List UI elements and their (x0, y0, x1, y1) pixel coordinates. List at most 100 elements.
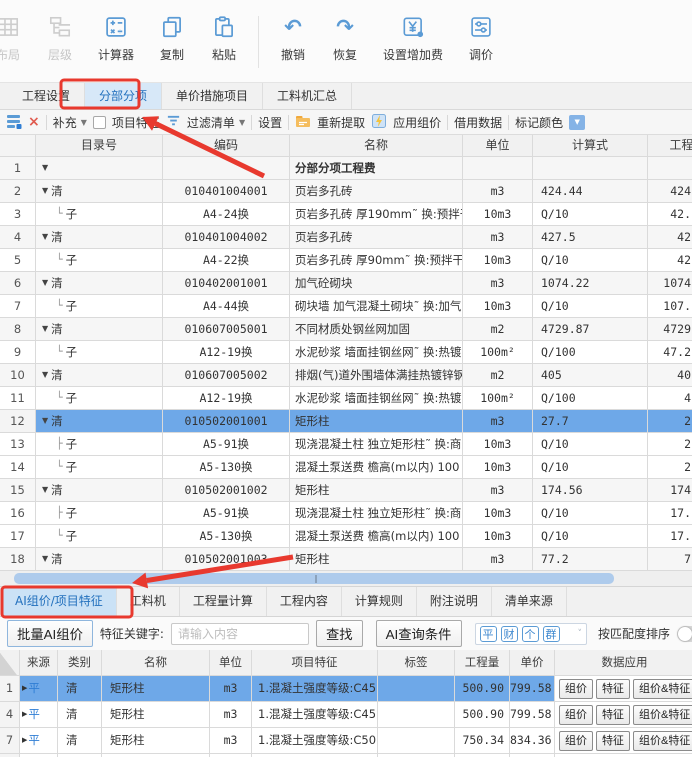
feature-checkbox-label[interactable]: 项目特征 (112, 114, 160, 131)
chip-cai[interactable]: 财 (501, 626, 518, 642)
formula-cell[interactable]: 27.7 (533, 410, 648, 433)
grid-corner-cell[interactable] (0, 650, 20, 676)
tree-expander-icon[interactable]: └ (56, 249, 63, 271)
unit-cell[interactable]: m2 (463, 318, 533, 341)
code-cell[interactable]: 010607005001 (163, 318, 290, 341)
table-row[interactable]: 14 └子 A5-130换 混凝土泵送费 檐高(m以内) 100 10m3 Q/… (0, 456, 692, 479)
price-cell[interactable]: 799.58 (510, 676, 555, 702)
quantity-cell[interactable]: 42. (648, 203, 692, 226)
row-number[interactable]: 9 (0, 341, 36, 364)
formula-cell[interactable]: Q/100 (533, 387, 648, 410)
category-cell[interactable]: 清 (58, 728, 102, 754)
scrollbar-thumb[interactable]: ‖ (14, 573, 614, 584)
keyword-input[interactable] (171, 623, 309, 645)
tree-expander-icon[interactable]: ▼ (42, 548, 48, 570)
row-number[interactable]: 5 (0, 249, 36, 272)
unit-cell[interactable] (463, 157, 533, 180)
quantity-cell[interactable]: 4729 (648, 318, 692, 341)
tree-cell[interactable]: ▼清 (36, 410, 163, 433)
table-row[interactable]: 17 └子 A5-130换 混凝土泵送费 檐高(m以内) 100 10m3 Q/… (0, 525, 692, 548)
batch-ai-pricing-button[interactable]: 批量AI组价 (7, 620, 93, 647)
tree-expander-icon[interactable]: └ (56, 387, 63, 409)
tab-fenbu-fenxiang[interactable]: 分部分项 (85, 83, 162, 109)
chip-ge[interactable]: 个 (522, 626, 539, 642)
table-row[interactable]: 4 ▶平 清 矩形柱 m3 1.混凝土强度等级:C45... 500.90 79… (0, 702, 692, 728)
table-row[interactable]: 6 ▼清 010402001001 加气砼砌块 m3 1074.22 1074 (0, 272, 692, 295)
code-cell[interactable]: A5-91换 (163, 433, 290, 456)
tree-cell[interactable]: ▼清 (36, 479, 163, 502)
sort-toggle[interactable] (677, 626, 692, 642)
apply-feature-button[interactable]: 特征 (596, 679, 630, 699)
code-cell[interactable]: A4-24换 (163, 203, 290, 226)
unit-cell[interactable]: m3 (463, 479, 533, 502)
col-data-apply[interactable]: 数据应用 (555, 650, 692, 676)
chip-ping[interactable]: 平 (480, 626, 497, 642)
tree-cell[interactable]: └子 (36, 525, 163, 548)
col-code[interactable]: 编码 (163, 135, 290, 157)
name-cell[interactable]: 页岩多孔砖 (290, 226, 463, 249)
quantity-cell[interactable]: 42 (648, 226, 692, 249)
horizontal-scrollbar[interactable]: ‖ (0, 571, 692, 586)
tree-expander-icon[interactable]: ▼ (42, 226, 48, 248)
tab-notes[interactable]: 附注说明 (417, 587, 492, 616)
feature-cell[interactable]: 1.混凝土强度等级:C45... (252, 676, 378, 702)
tree-expander-icon[interactable]: └ (56, 203, 63, 225)
quantity-cell[interactable]: 40 (648, 364, 692, 387)
unit-cell[interactable]: 10m3 (463, 502, 533, 525)
unit-cell[interactable]: m3 (210, 676, 252, 702)
tab-unit-price-measures[interactable]: 单价措施项目 (162, 83, 263, 109)
col-tag[interactable]: 标签 (378, 650, 455, 676)
table-row[interactable]: 13 ├子 A5-91换 现浇混凝土柱 独立矩形柱˜ 换:商品混凝土 (... … (0, 433, 692, 456)
name-cell[interactable]: 混凝土泵送费 檐高(m以内) 100 (290, 456, 463, 479)
tree-cell[interactable]: ▼清 (36, 180, 163, 203)
copy-button[interactable]: 复制 (146, 14, 198, 63)
unit-cell[interactable]: 10m3 (463, 525, 533, 548)
table-row[interactable]: 15 ▼清 010502001002 矩形柱 m3 174.56 174 (0, 479, 692, 502)
unit-cell[interactable]: 10m3 (463, 456, 533, 479)
tree-cell[interactable]: ▼清 (36, 272, 163, 295)
name-cell[interactable]: 矩形柱 (290, 548, 463, 571)
quantity-cell[interactable]: 17. (648, 525, 692, 548)
tree-expander-icon[interactable]: ▼ (42, 364, 48, 386)
name-cell[interactable]: 页岩多孔砖 厚90mm˜ 换:预拌干混砌筑砂浆 DM... (290, 249, 463, 272)
chip-qun[interactable]: 群 (543, 626, 560, 642)
tree-expander-icon[interactable]: └ (56, 295, 63, 317)
table-row[interactable]: 16 ├子 A5-91换 现浇混凝土柱 独立矩形柱˜ 换:商品混凝土 (... … (0, 502, 692, 525)
apply-pricing-and-feature-button[interactable]: 组价&特征 (633, 731, 692, 751)
formula-cell[interactable] (533, 157, 648, 180)
apply-pricing-button[interactable]: 组价 (559, 679, 593, 699)
borrow-data-button[interactable]: 借用数据 (454, 114, 502, 131)
table-row[interactable]: 2 ▼清 010401004001 页岩多孔砖 m3 424.44 424 (0, 180, 692, 203)
col-directory[interactable]: 目录号 (36, 135, 163, 157)
tree-expander-icon[interactable]: ▼ (42, 180, 48, 202)
name-cell[interactable]: 现浇混凝土柱 独立矩形柱˜ 换:商品混凝土 (... (290, 433, 463, 456)
redo-button[interactable]: ↷ 恢复 (319, 14, 371, 63)
unit-cell[interactable]: m3 (463, 226, 533, 249)
formula-cell[interactable]: 405 (533, 364, 648, 387)
table-row[interactable]: 4 ▼清 010401004002 页岩多孔砖 m3 427.5 42 (0, 226, 692, 249)
row-number[interactable]: 6 (0, 272, 36, 295)
formula-cell[interactable]: 427.5 (533, 226, 648, 249)
category-cell[interactable]: 清 (58, 702, 102, 728)
col-name[interactable]: 名称 (102, 650, 210, 676)
col-unit-price[interactable]: 单价 (510, 650, 555, 676)
formula-cell[interactable]: Q/10 (533, 525, 648, 548)
unit-cell[interactable]: m3 (463, 272, 533, 295)
unit-cell[interactable]: m3 (210, 728, 252, 754)
row-number[interactable]: 11 (0, 387, 36, 410)
tree-expander-icon[interactable]: ├ (56, 433, 63, 455)
table-row[interactable]: 1 ▼ 分部分项工程费 (0, 157, 692, 180)
expand-arrow-icon[interactable]: ▶ (22, 728, 27, 753)
code-cell[interactable]: A4-22换 (163, 249, 290, 272)
tag-cell[interactable] (378, 728, 455, 754)
tree-cell[interactable]: ├子 (36, 433, 163, 456)
source-cell[interactable]: ▶平 (20, 702, 58, 728)
unit-cell[interactable]: m3 (463, 410, 533, 433)
paste-button[interactable]: 粘贴 (198, 14, 250, 63)
tab-list-source[interactable]: 清单来源 (492, 587, 567, 616)
col-quantity[interactable]: 工程量 (455, 650, 510, 676)
code-cell[interactable]: A4-44换 (163, 295, 290, 318)
col-formula[interactable]: 计算式 (533, 135, 648, 157)
unit-cell[interactable]: 10m3 (463, 249, 533, 272)
unit-cell[interactable]: 10m3 (463, 203, 533, 226)
